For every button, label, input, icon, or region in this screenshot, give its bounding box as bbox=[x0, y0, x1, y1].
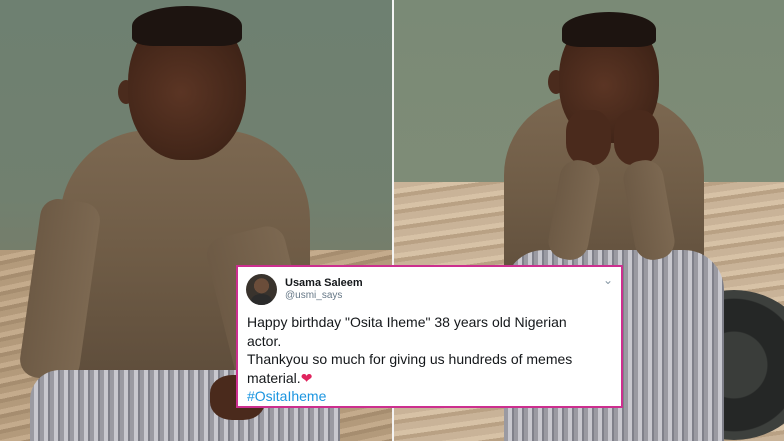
tweet-line: Happy birthday "Osita Iheme" 38 years ol… bbox=[247, 314, 567, 330]
avatar[interactable] bbox=[246, 274, 277, 305]
chevron-down-icon[interactable]: ⌄ bbox=[603, 273, 613, 287]
tweet-line-with-heart: material.❤ bbox=[247, 369, 617, 388]
tweet-line: material. bbox=[247, 369, 301, 386]
hair bbox=[562, 12, 656, 47]
tweet-line: actor. bbox=[247, 332, 282, 349]
user-handle[interactable]: @usmi_says bbox=[285, 290, 342, 301]
tweet-text: Happy birthday "Osita Iheme" 38 years ol… bbox=[247, 313, 617, 406]
hashtag-link[interactable]: #OsitaIheme bbox=[247, 387, 617, 406]
hair bbox=[132, 6, 242, 46]
hand-left bbox=[566, 110, 611, 165]
tweet-card[interactable]: Usama Saleem @usmi_says ⌄ Happy birthday… bbox=[236, 265, 623, 408]
display-name[interactable]: Usama Saleem bbox=[285, 277, 363, 289]
hand-right bbox=[614, 110, 659, 165]
heart-icon: ❤ bbox=[300, 369, 313, 386]
tweet-line: Thankyou so much for giving us hundreds … bbox=[247, 351, 573, 367]
